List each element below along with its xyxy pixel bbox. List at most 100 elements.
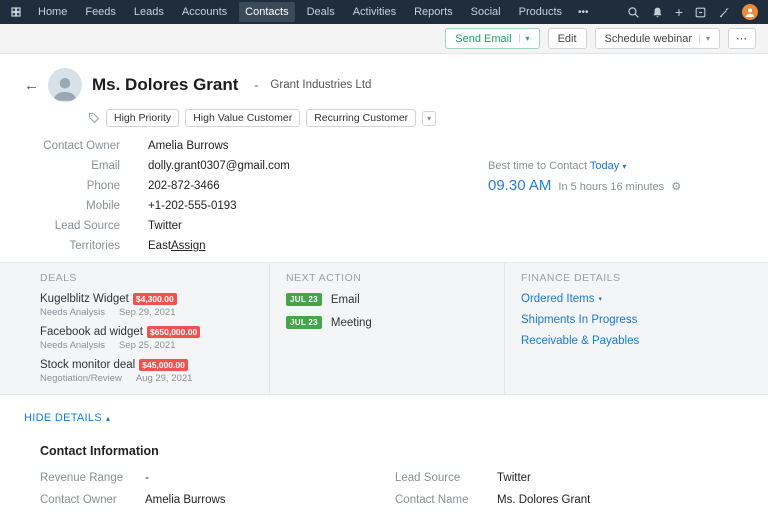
setup-tools-icon[interactable] — [718, 6, 731, 19]
field-label-lead-source: Lead Source — [54, 220, 120, 232]
field-label-mobile: Mobile — [86, 200, 120, 212]
finance-link-shipments[interactable]: Shipments In Progress — [521, 314, 732, 326]
tags-row: High Priority High Value Customer Recurr… — [88, 109, 744, 127]
nav-item-feeds[interactable]: Feeds — [79, 2, 122, 22]
tag-high-priority[interactable]: High Priority — [106, 109, 180, 127]
detail-label-contact-name: Contact Name — [395, 494, 469, 506]
best-time-note: In 5 hours 16 minutes — [558, 181, 665, 193]
deal-stage: Needs Analysis — [40, 340, 105, 351]
deal-date: Aug 29, 2021 — [135, 373, 193, 384]
next-action-date-badge: JUL 23 — [286, 316, 322, 329]
more-actions-button[interactable]: ⋯ — [728, 28, 756, 49]
field-value-email[interactable]: dolly.grant0307@gmail.com — [120, 160, 440, 173]
best-time-settings-gear-icon[interactable]: ⚙ — [671, 180, 681, 193]
field-label-email: Email — [91, 160, 120, 172]
next-action-label[interactable]: Email — [331, 294, 360, 306]
contact-company[interactable]: Grant Industries Ltd — [270, 79, 371, 91]
contact-header: ← Ms. Dolores Grant - Grant Industries L… — [0, 54, 768, 262]
nav-item-deals[interactable]: Deals — [301, 2, 341, 22]
schedule-webinar-button[interactable]: Schedule webinar ▾ — [594, 28, 720, 49]
territories-value: East — [148, 240, 172, 252]
top-navigation-bar: Home Feeds Leads Accounts Contacts Deals… — [0, 0, 768, 24]
finance-details-card: FINANCE DETAILS Ordered Items ▾ Shipment… — [505, 263, 744, 394]
detail-value-contact-name: Ms. Dolores Grant — [497, 494, 591, 506]
nav-item-activities[interactable]: Activities — [347, 2, 402, 22]
field-label-contact-owner: Contact Owner — [43, 140, 120, 152]
next-action-card-title: NEXT ACTION — [286, 272, 362, 284]
edit-button[interactable]: Edit — [547, 28, 587, 49]
hide-details-label: HIDE DETAILS — [24, 412, 102, 424]
notifications-bell-icon[interactable] — [651, 6, 664, 19]
summary-cards-section: DEALS Kugelblitz Widget $4,300.00 Needs … — [0, 262, 768, 395]
contact-information-title: Contact Information — [40, 444, 159, 458]
detail-label-revenue-range: Revenue Range — [40, 472, 124, 484]
detail-value-contact-owner: Amelia Burrows — [145, 494, 226, 506]
user-avatar[interactable] — [742, 4, 758, 20]
nav-item-leads[interactable]: Leads — [128, 2, 170, 22]
finance-link-receivable-payables[interactable]: Receivable & Payables — [521, 335, 732, 347]
best-time-day[interactable]: Today — [590, 160, 619, 172]
nav-more-icon[interactable]: ••• — [574, 7, 593, 18]
finance-link-label: Ordered Items — [521, 293, 595, 305]
field-value-lead-source: Twitter — [148, 220, 182, 232]
deal-date: Sep 29, 2021 — [118, 307, 176, 318]
record-action-bar: Send Email ▾ Edit Schedule webinar ▾ ⋯ — [0, 24, 768, 54]
nav-item-accounts[interactable]: Accounts — [176, 2, 233, 22]
next-action-item: JUL 23 Email — [286, 293, 492, 306]
next-action-date-badge: JUL 23 — [286, 293, 322, 306]
contact-avatar[interactable] — [48, 68, 82, 102]
quick-add-plus-icon[interactable]: + — [675, 5, 683, 19]
apps-icon[interactable] — [694, 6, 707, 19]
next-action-card: NEXT ACTION JUL 23 Email JUL 23 Meeting — [270, 263, 505, 394]
field-value-phone[interactable]: 202-872-3466 — [120, 180, 440, 193]
deal-item: Kugelblitz Widget $4,300.00 Needs Analys… — [40, 293, 257, 318]
next-action-item: JUL 23 Meeting — [286, 316, 492, 329]
app-logo-icon[interactable] — [10, 6, 22, 18]
send-email-caret-icon[interactable]: ▾ — [518, 34, 530, 43]
nav-item-contacts[interactable]: Contacts — [239, 2, 295, 22]
send-email-label: Send Email — [455, 32, 512, 45]
best-time-caret-icon[interactable]: ▾ — [622, 162, 626, 171]
details-section: HIDE DETAILS ▴ Contact Information Reven… — [0, 395, 768, 506]
send-email-button[interactable]: Send Email ▾ — [445, 28, 540, 49]
field-value-territories: EastAssign — [120, 240, 440, 253]
field-value-mobile[interactable]: +1-202-555-0193 — [120, 200, 440, 213]
field-value-contact-owner: Amelia Burrows — [148, 140, 229, 152]
deal-name[interactable]: Kugelblitz Widget — [40, 293, 129, 305]
hide-details-link[interactable]: HIDE DETAILS ▴ — [24, 412, 110, 424]
nav-item-products[interactable]: Products — [513, 2, 568, 22]
best-time-to-contact: Best time to Contact Today ▾ 09.30 AM In… — [488, 160, 681, 194]
topnav-right-icons: + — [627, 4, 758, 20]
finance-link-ordered-items[interactable]: Ordered Items ▾ — [521, 293, 732, 305]
back-arrow-icon[interactable]: ← — [24, 77, 39, 94]
detail-value-revenue-range: - — [145, 472, 149, 484]
detail-label-contact-owner: Contact Owner — [40, 494, 117, 506]
deal-name[interactable]: Stock monitor deal — [40, 359, 135, 371]
contact-information-grid: Revenue Range - Lead Source Twitter Cont… — [40, 472, 744, 506]
nav-item-social[interactable]: Social — [465, 2, 507, 22]
deal-date: Sep 25, 2021 — [118, 340, 176, 351]
deal-amount-badge: $45,000.00 — [139, 359, 188, 371]
tag-recurring-customer[interactable]: Recurring Customer — [306, 109, 417, 127]
tag-add-caret-icon[interactable]: ▾ — [422, 110, 437, 126]
search-icon[interactable] — [627, 6, 640, 19]
tag-high-value-customer[interactable]: High Value Customer — [185, 109, 301, 127]
deal-name[interactable]: Facebook ad widget — [40, 326, 143, 338]
nav-item-reports[interactable]: Reports — [408, 2, 459, 22]
name-company-separator: - — [254, 78, 259, 92]
deal-item: Stock monitor deal $45,000.00 Negotiatio… — [40, 359, 257, 384]
next-action-label[interactable]: Meeting — [331, 317, 372, 329]
deal-amount-badge: $4,300.00 — [132, 293, 177, 305]
finance-link-label: Shipments In Progress — [521, 314, 638, 326]
deal-item: Facebook ad widget $650,000.00 Needs Ana… — [40, 326, 257, 351]
contact-name: Ms. Dolores Grant — [92, 75, 239, 94]
deals-card-title: DEALS — [40, 272, 77, 284]
nav-item-home[interactable]: Home — [32, 2, 73, 22]
edit-label: Edit — [557, 32, 577, 45]
best-time-label: Best time to Contact — [488, 160, 588, 172]
field-label-territories: Territories — [69, 240, 120, 252]
detail-value-lead-source: Twitter — [497, 472, 531, 484]
assign-territory-link[interactable]: Assign — [171, 240, 206, 252]
finance-card-title: FINANCE DETAILS — [521, 272, 621, 284]
schedule-webinar-caret-icon[interactable]: ▾ — [698, 34, 710, 43]
